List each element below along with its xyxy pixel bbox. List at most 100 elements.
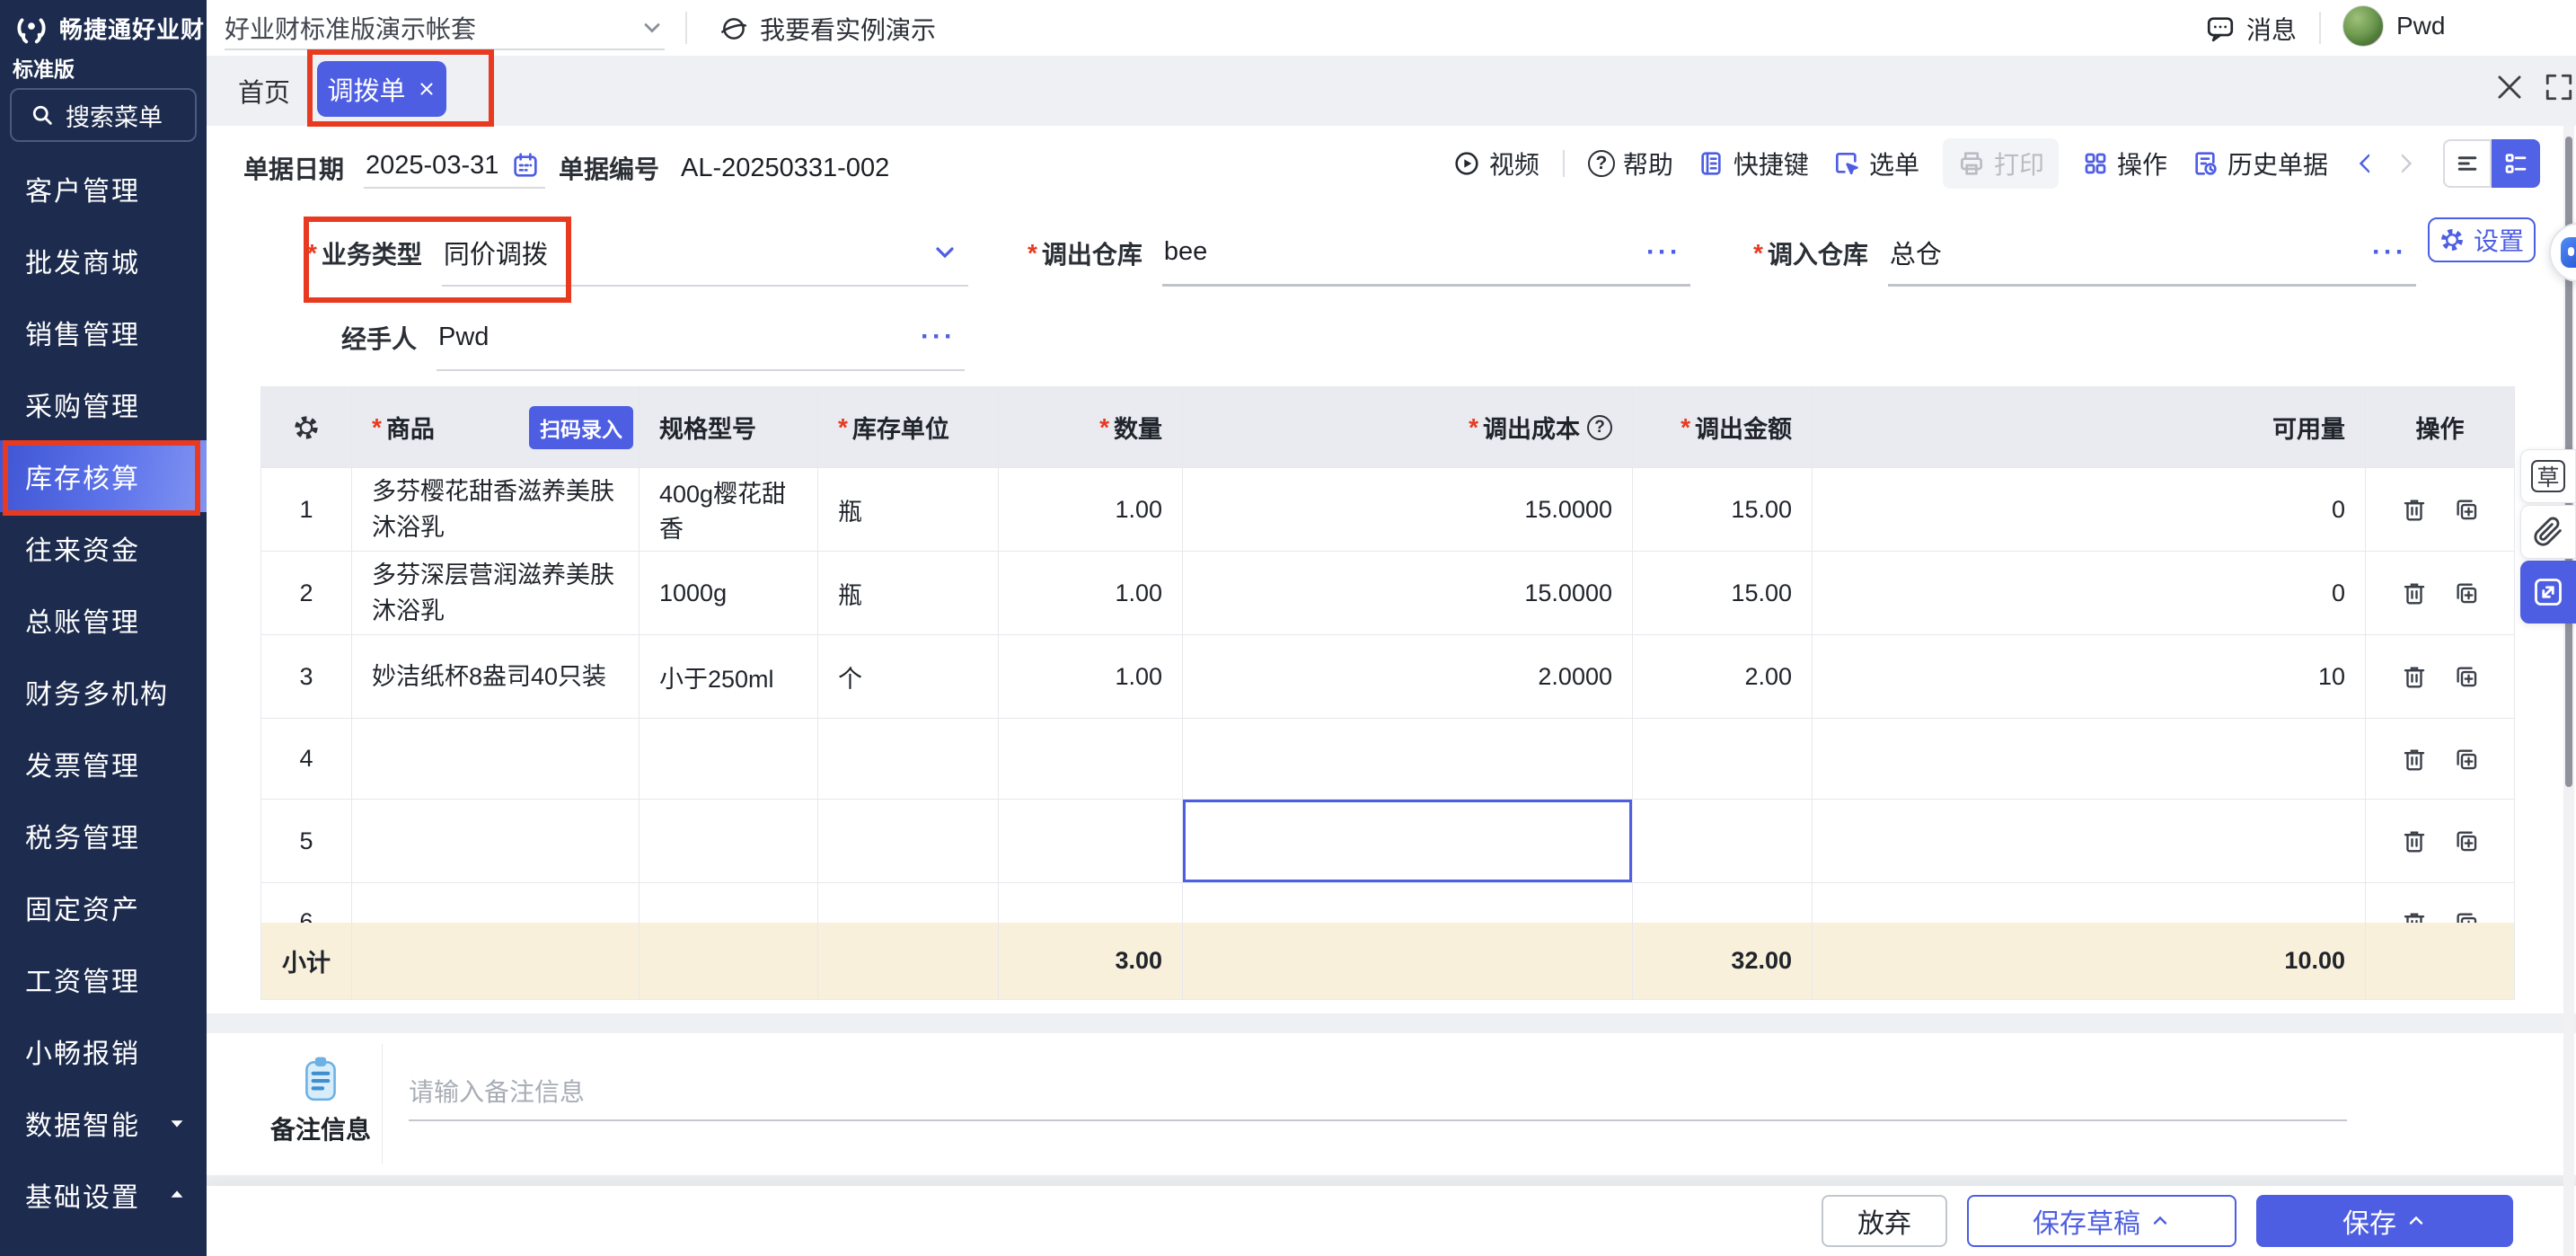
delete-row-icon[interactable] <box>2401 496 2428 523</box>
chevron-down-icon[interactable] <box>931 238 959 267</box>
in-warehouse-field[interactable]: * 调入仓库 总仓 ··· <box>1753 219 2416 287</box>
copy-row-icon[interactable] <box>2453 663 2480 690</box>
cell-cost[interactable] <box>1183 719 1633 800</box>
scan-entry-badge[interactable]: 扫码录入 <box>529 406 633 449</box>
pick-order-button[interactable]: 选单 <box>1832 146 1919 181</box>
copy-row-icon[interactable] <box>2453 579 2480 606</box>
expand-button[interactable] <box>2520 561 2576 624</box>
cell-amount[interactable]: 15.00 <box>1633 468 1813 552</box>
list-view-button[interactable] <box>2443 139 2492 188</box>
cell-cost[interactable]: 15.0000 <box>1183 552 1633 635</box>
calendar-icon[interactable] <box>511 151 540 180</box>
history-button[interactable]: 历史单据 <box>2191 146 2328 181</box>
grid-view-button[interactable] <box>2492 139 2540 188</box>
cell-cost-selected[interactable] <box>1183 800 1633 883</box>
draft-list-button[interactable]: 草 <box>2520 449 2576 503</box>
sidebar-item-ledger[interactable]: 总账管理 <box>0 584 207 656</box>
cell-spec[interactable]: 400g樱花甜香 <box>640 468 818 552</box>
cell-spec[interactable]: 1000g <box>640 552 818 635</box>
sidebar-item-payroll[interactable]: 工资管理 <box>0 943 207 1015</box>
cell-unit[interactable]: 个 <box>818 635 999 719</box>
video-button[interactable]: 视频 <box>1452 146 1539 181</box>
cell-product[interactable]: 多芬深层营润滋养美肤沐浴乳 <box>352 552 640 635</box>
sidebar-item-multi-org[interactable]: 财务多机构 <box>0 656 207 728</box>
col-header-cost: *调出成本 ? <box>1183 387 1633 468</box>
cell-qty[interactable]: 1.00 <box>999 552 1183 635</box>
delete-row-icon[interactable] <box>2401 827 2428 854</box>
demo-link[interactable]: 我要看实例演示 <box>719 11 936 47</box>
delete-row-icon[interactable] <box>2401 746 2428 773</box>
delete-row-icon[interactable] <box>2401 663 2428 690</box>
close-icon[interactable] <box>2492 70 2527 104</box>
operate-button[interactable]: 操作 <box>2082 146 2167 181</box>
save-draft-button[interactable]: 保存草稿 <box>1967 1195 2236 1247</box>
cell-amount[interactable]: 2.00 <box>1633 635 1813 719</box>
cell-cost[interactable]: 2.0000 <box>1183 635 1633 719</box>
messages-button[interactable]: 消息 <box>2205 11 2297 47</box>
cell-cost[interactable]: 15.0000 <box>1183 468 1633 552</box>
help-circle-icon[interactable]: ? <box>1587 415 1612 440</box>
cell-unit[interactable] <box>818 800 999 883</box>
delete-row-icon[interactable] <box>2401 909 2428 924</box>
hotkey-button[interactable]: 快捷键 <box>1697 146 1809 181</box>
help-button[interactable]: ? 帮助 <box>1588 146 1673 181</box>
tab-transfer-order[interactable]: 调拨单 <box>317 61 446 117</box>
more-icon[interactable]: ··· <box>2372 237 2407 268</box>
discard-button[interactable]: 放弃 <box>1822 1195 1947 1247</box>
prev-arrow-icon[interactable] <box>2351 150 2378 177</box>
cell-qty[interactable] <box>999 719 1183 800</box>
sidebar-item-wholesale[interactable]: 批发商城 <box>0 225 207 296</box>
cell-unit[interactable]: 瓶 <box>818 468 999 552</box>
tab-close-icon[interactable] <box>417 79 437 99</box>
copy-row-icon[interactable] <box>2453 496 2480 523</box>
cell-spec[interactable] <box>640 719 818 800</box>
cell-spec[interactable]: 小于250ml <box>640 635 818 719</box>
cell-spec[interactable] <box>640 800 818 883</box>
cell-product[interactable]: 多芬樱花甜香滋养美肤沐浴乳 <box>352 468 640 552</box>
sidebar-item-inventory-active[interactable]: 库存核算 <box>0 440 207 512</box>
sidebar-item-data-intelligence[interactable]: 数据智能 <box>0 1087 207 1159</box>
cell-qty[interactable] <box>999 800 1183 883</box>
next-arrow-icon[interactable] <box>2393 150 2420 177</box>
user-menu[interactable]: Pwd <box>2342 5 2445 47</box>
sidebar-item-sales[interactable]: 销售管理 <box>0 296 207 368</box>
copy-row-icon[interactable] <box>2453 827 2480 854</box>
cell-qty[interactable]: 1.00 <box>999 468 1183 552</box>
menu-search-box[interactable]: 搜索菜单 <box>10 88 197 142</box>
cell-unit[interactable] <box>818 719 999 800</box>
save-button[interactable]: 保存 <box>2256 1195 2513 1247</box>
sidebar-item-invoice[interactable]: 发票管理 <box>0 728 207 800</box>
more-icon[interactable]: ··· <box>921 322 956 352</box>
tab-home[interactable]: 首页 <box>238 72 290 110</box>
business-type-field[interactable]: * 业务类型 同价调拨 <box>307 219 968 287</box>
sidebar-item-funds[interactable]: 往来资金 <box>0 512 207 584</box>
copy-row-icon[interactable] <box>2453 909 2480 924</box>
sidebar-item-fixed-assets[interactable]: 固定资产 <box>0 871 207 943</box>
copy-row-icon[interactable] <box>2453 746 2480 773</box>
settings-button[interactable]: 设置 <box>2428 217 2536 262</box>
cell-product[interactable] <box>352 719 640 800</box>
attachment-button[interactable] <box>2520 505 2576 559</box>
sidebar-item-expense[interactable]: 小畅报销 <box>0 1015 207 1087</box>
cell-unit[interactable]: 瓶 <box>818 552 999 635</box>
cell-product[interactable]: 妙洁纸杯8盎司40只装 <box>352 635 640 719</box>
more-icon[interactable]: ··· <box>1646 237 1681 268</box>
handler-field[interactable]: 经手人 Pwd ··· <box>341 304 965 372</box>
cell-amount[interactable] <box>1633 800 1813 883</box>
fullscreen-icon[interactable] <box>2544 72 2574 102</box>
sidebar-item-customer[interactable]: 客户管理 <box>0 153 207 225</box>
print-button[interactable]: 打印 <box>1943 138 2059 189</box>
sidebar-item-basic-settings[interactable]: 基础设置 <box>0 1159 207 1231</box>
cell-product[interactable] <box>352 800 640 883</box>
out-warehouse-field[interactable]: * 调出仓库 bee ··· <box>1028 219 1690 287</box>
sidebar-item-purchase[interactable]: 采购管理 <box>0 368 207 440</box>
sidebar-item-tax[interactable]: 税务管理 <box>0 800 207 871</box>
account-selector[interactable]: 好业财标准版演示帐套 <box>225 7 665 50</box>
remark-input[interactable] <box>409 1066 2347 1121</box>
cell-amount[interactable]: 15.00 <box>1633 552 1813 635</box>
cell-amount[interactable] <box>1633 719 1813 800</box>
column-settings-gear-icon[interactable] <box>261 387 352 468</box>
doc-date-input[interactable]: 2025-03-31 <box>364 147 545 189</box>
delete-row-icon[interactable] <box>2401 579 2428 606</box>
cell-qty[interactable]: 1.00 <box>999 635 1183 719</box>
